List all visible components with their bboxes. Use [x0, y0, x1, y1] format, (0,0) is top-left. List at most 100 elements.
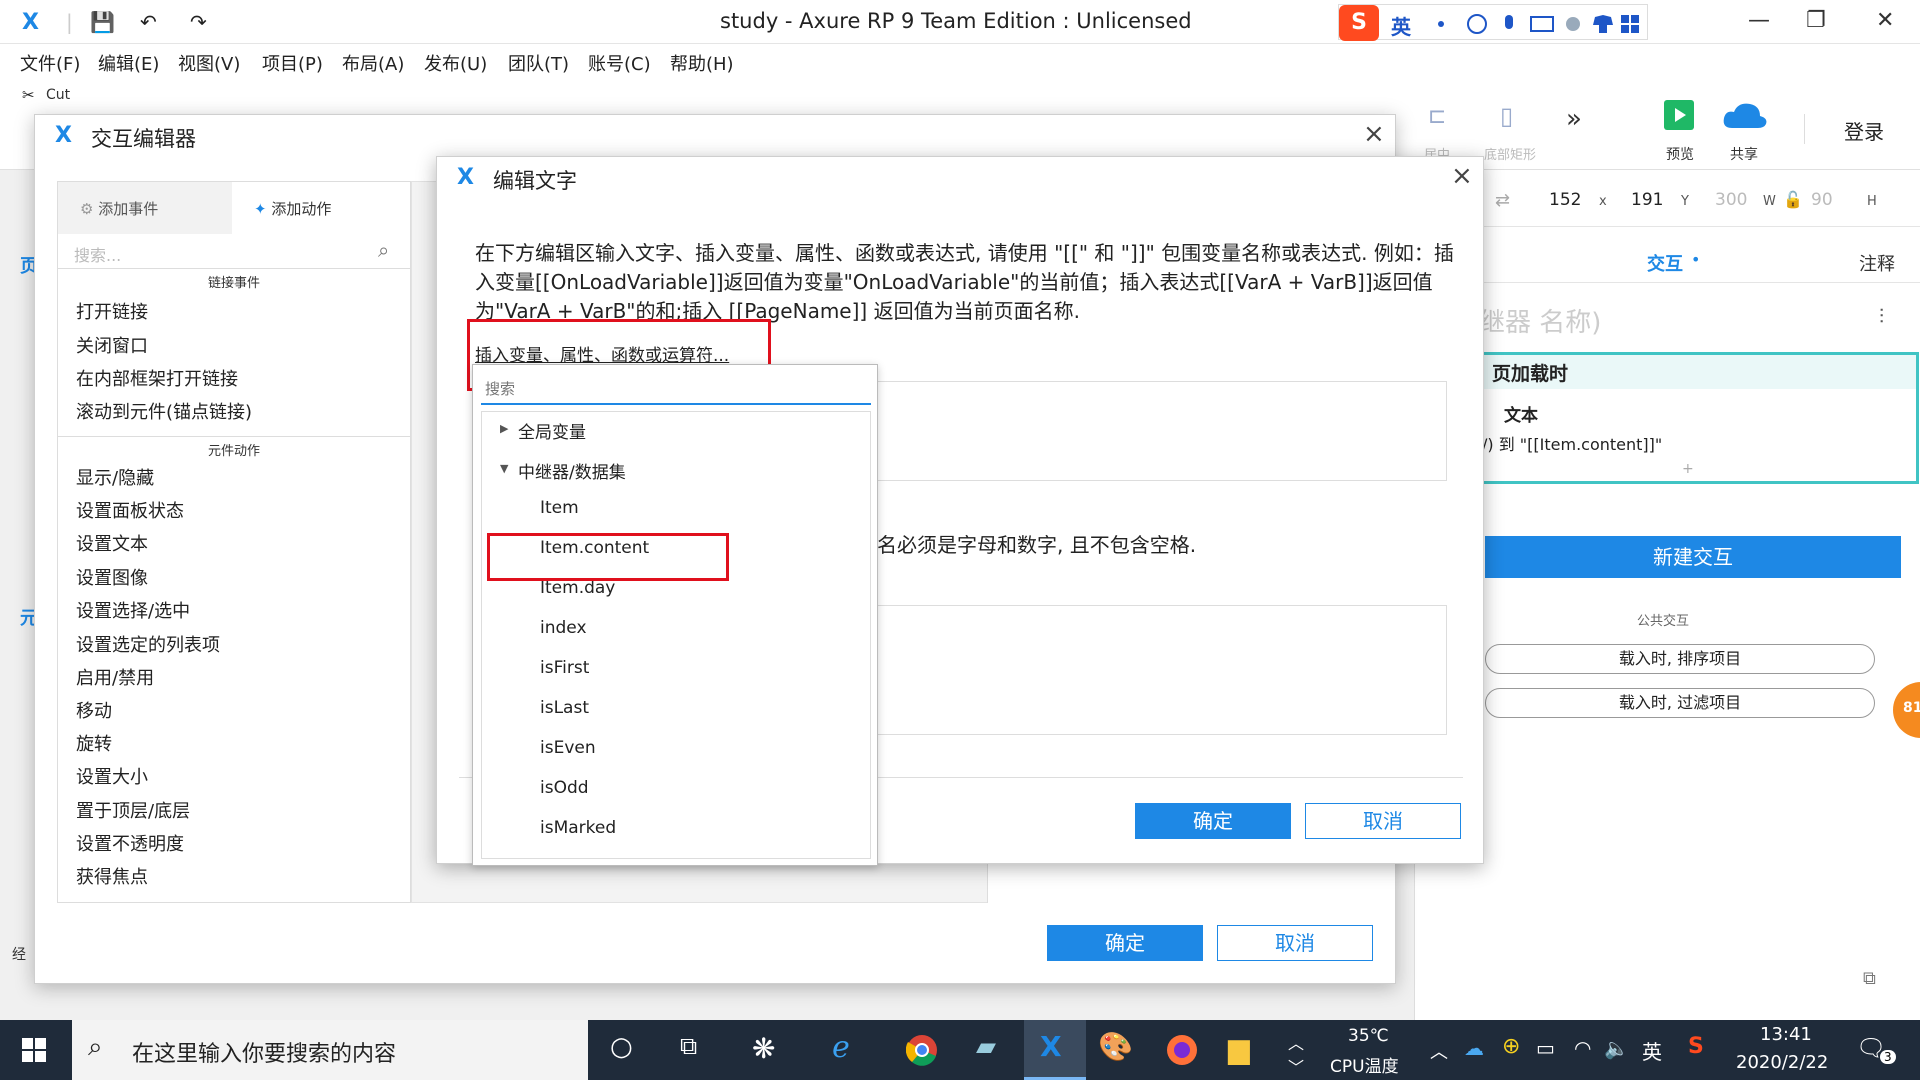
tree-item[interactable]: isLast	[540, 698, 589, 718]
tree-item[interactable]: isOdd	[540, 778, 589, 798]
tree-item[interactable]: Item.day	[540, 578, 615, 598]
menu-file[interactable]: 文件(F)	[20, 50, 80, 76]
action-open-link[interactable]: 打开链接	[76, 298, 148, 324]
action-rotate[interactable]: 旋转	[76, 730, 112, 756]
cloud-share-icon[interactable]	[1722, 100, 1768, 130]
cortana-icon[interactable]: ○	[610, 1032, 633, 1062]
dropdown-search-input[interactable]	[481, 375, 871, 405]
file-explorer-icon[interactable]: ▆	[1228, 1032, 1250, 1065]
menu-edit[interactable]: 编辑(E)	[98, 50, 159, 76]
scissors-icon[interactable]: ✂	[22, 86, 35, 104]
action-search-input[interactable]: 搜索...	[74, 242, 121, 266]
tray-expand-icon[interactable]: ︿	[1430, 1038, 1448, 1064]
action-bring-front[interactable]: 置于顶层/底层	[76, 797, 190, 823]
interaction-card[interactable]: 页加载时 文本 /) 到 "[[Item.content]]" +	[1479, 352, 1919, 484]
menu-help[interactable]: 帮助(H)	[670, 50, 734, 76]
app-icon[interactable]: ❋	[752, 1032, 775, 1065]
event-onload[interactable]: 页加载时	[1492, 359, 1568, 386]
menu-team[interactable]: 团队(T)	[508, 50, 569, 76]
login-button[interactable]: 登录	[1844, 116, 1884, 145]
taskbar-search-text[interactable]: 在这里输入你要搜索的内容	[132, 1036, 396, 1068]
tab-add-action[interactable]: ✦ 添加动作	[232, 182, 410, 234]
maximize-button[interactable]: ❐	[1806, 8, 1826, 33]
action-open-in-frame[interactable]: 在内部框架打开链接	[76, 365, 238, 391]
tray-app-icon[interactable]: ⊕	[1502, 1034, 1520, 1059]
app-icon[interactable]: ▰	[976, 1032, 996, 1062]
cut-label[interactable]: Cut	[46, 87, 70, 103]
ime-tool-icons[interactable]	[1429, 13, 1639, 35]
settings-sliders-icon[interactable]: ⫶	[1879, 304, 1884, 328]
tree-item[interactable]: Item	[540, 498, 579, 518]
widget-name-field[interactable]: 继器 名称)	[1479, 302, 1601, 339]
w-field[interactable]: 300	[1715, 190, 1747, 210]
share-label[interactable]: 共享	[1730, 144, 1758, 164]
float-badge[interactable]: 81	[1893, 682, 1920, 738]
bottom-rect-icon[interactable]: ▯	[1500, 102, 1513, 130]
action-enable-disable[interactable]: 启用/禁用	[76, 664, 154, 690]
swap-icon[interactable]: ⇄	[1495, 190, 1510, 211]
close-icon[interactable]: ×	[1451, 161, 1473, 191]
clock-time[interactable]: 13:41	[1760, 1024, 1812, 1045]
windows-start-icon[interactable]	[22, 1038, 46, 1062]
action-set-image[interactable]: 设置图像	[76, 564, 148, 590]
redo-icon[interactable]: ↷	[190, 10, 207, 34]
chevron-up-icon[interactable]: ︿	[1288, 1030, 1304, 1054]
action-set-selected[interactable]: 设置选择/选中	[76, 597, 190, 623]
cancel-button[interactable]: 取消	[1305, 803, 1461, 839]
cancel-button[interactable]: 取消	[1217, 925, 1373, 961]
ime-lang[interactable]: 英	[1391, 11, 1411, 40]
ok-button[interactable]: 确定	[1135, 803, 1291, 839]
tree-item[interactable]: isFirst	[540, 658, 589, 678]
more-tools-icon[interactable]: »	[1566, 104, 1582, 134]
taskbar-axure-active[interactable]: X	[1024, 1020, 1086, 1080]
tab-add-event[interactable]: ⚙ 添加事件	[58, 182, 232, 234]
action-close-window[interactable]: 关闭窗口	[76, 332, 148, 358]
ok-button[interactable]: 确定	[1047, 925, 1203, 961]
tree-item[interactable]: index	[540, 618, 587, 638]
center-icon[interactable]: ⊏	[1428, 104, 1446, 129]
tree-group-global[interactable]: 全局变量	[518, 418, 586, 443]
tab-notes[interactable]: 注释	[1859, 250, 1895, 276]
taskbar-search-box[interactable]: ⌕ 在这里输入你要搜索的内容	[72, 1020, 588, 1080]
save-icon[interactable]: 💾	[90, 10, 115, 34]
tray-lang[interactable]: 英	[1642, 1036, 1662, 1065]
wifi-icon[interactable]: ◠	[1574, 1036, 1591, 1060]
paint-icon[interactable]: 🎨	[1098, 1030, 1133, 1063]
task-view-icon[interactable]: ⧉	[680, 1032, 697, 1060]
action-scroll-to[interactable]: 滚动到元件(锚点链接)	[76, 398, 252, 424]
x-field[interactable]: 152	[1549, 190, 1581, 210]
common-filter-button[interactable]: 载入时, 过滤项目	[1485, 688, 1875, 718]
close-icon[interactable]: ×	[1363, 119, 1385, 149]
add-action-plus[interactable]: +	[1682, 461, 1694, 477]
tree-group-repeater[interactable]: 中继器/数据集	[518, 458, 626, 483]
action-set-size[interactable]: 设置大小	[76, 763, 148, 789]
expand-arrow-icon[interactable]: ▶	[500, 422, 508, 435]
y-field[interactable]: 191	[1631, 190, 1663, 210]
undo-icon[interactable]: ↶	[140, 10, 157, 34]
preview-icon[interactable]	[1664, 100, 1694, 130]
action-move[interactable]: 移动	[76, 697, 112, 723]
ime-toolbar[interactable]: S 英	[1338, 4, 1648, 41]
local-variables-area[interactable]	[857, 605, 1447, 735]
sogou-tray-icon[interactable]: S	[1688, 1034, 1704, 1059]
menu-view[interactable]: 视图(V)	[178, 50, 240, 76]
preview-label[interactable]: 预览	[1666, 144, 1694, 164]
action-show-hide[interactable]: 显示/隐藏	[76, 464, 154, 490]
menu-publish[interactable]: 发布(U)	[424, 50, 487, 76]
chrome-icon[interactable]	[906, 1034, 938, 1066]
volume-icon[interactable]: 🔈	[1604, 1036, 1629, 1060]
h-field[interactable]: 90	[1811, 190, 1833, 210]
ie-browser-icon[interactable]: ℯ	[832, 1030, 850, 1065]
action-focus[interactable]: 获得焦点	[76, 863, 148, 889]
restore-panel-icon[interactable]: ⧉	[1863, 968, 1876, 989]
tree-item[interactable]: isEven	[540, 738, 596, 758]
tree-item[interactable]: isMarked	[540, 818, 616, 838]
menu-layout[interactable]: 布局(A)	[342, 50, 404, 76]
action-set-text[interactable]: 设置文本	[76, 530, 148, 556]
battery-icon[interactable]: ▭	[1536, 1036, 1555, 1060]
menu-account[interactable]: 账号(C)	[588, 50, 651, 76]
search-icon[interactable]: ⌕	[378, 238, 389, 262]
lock-icon[interactable]: 🔓	[1783, 190, 1803, 209]
new-interaction-button[interactable]: 新建交互	[1485, 536, 1901, 578]
menu-project[interactable]: 项目(P)	[262, 50, 323, 76]
